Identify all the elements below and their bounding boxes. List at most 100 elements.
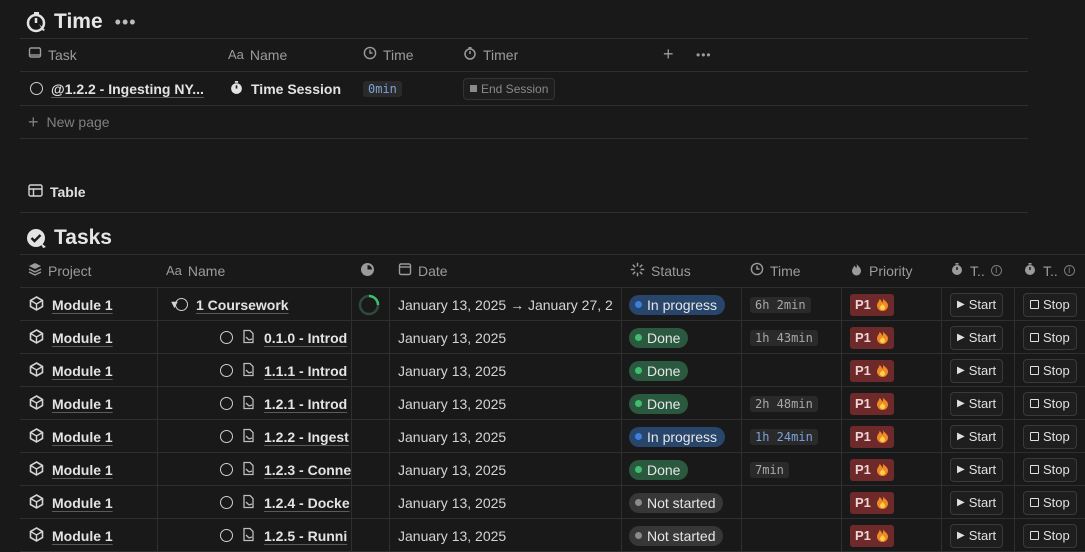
status-badge[interactable]: Done bbox=[629, 360, 689, 381]
column-date[interactable]: Date bbox=[398, 254, 448, 287]
priority-cell[interactable]: P1 bbox=[850, 288, 894, 321]
project-link[interactable]: Module 1 bbox=[52, 396, 113, 412]
date-cell[interactable]: January 13, 2025 → January 27, 2 bbox=[398, 288, 621, 321]
priority-badge[interactable]: P1 bbox=[850, 359, 894, 382]
project-link[interactable]: Module 1 bbox=[52, 330, 113, 346]
task-name-link[interactable]: 1.2.3 - Conne bbox=[264, 462, 351, 478]
stop-button[interactable]: Stop bbox=[1023, 325, 1077, 350]
name-cell[interactable]: 0.1.0 - Introd bbox=[220, 321, 351, 354]
priority-cell[interactable]: P1 bbox=[850, 519, 894, 552]
priority-cell[interactable]: P1 bbox=[850, 420, 894, 453]
status-badge[interactable]: In progress bbox=[629, 294, 726, 315]
name-cell[interactable]: 1 Coursework bbox=[175, 288, 351, 321]
project-cell[interactable]: Module 1 bbox=[29, 354, 113, 387]
table-row[interactable]: Module 1 ▼ 1 Coursework January 13, 2025… bbox=[20, 288, 1085, 321]
table-row[interactable]: Module 1 1.2.5 - Runni January 13, 2025 … bbox=[20, 519, 1085, 552]
project-cell[interactable]: Module 1 bbox=[29, 288, 113, 321]
task-name-link[interactable]: 1.2.4 - Docke bbox=[264, 495, 350, 511]
column-status[interactable]: Status bbox=[630, 254, 691, 287]
project-link[interactable]: Module 1 bbox=[52, 297, 113, 313]
task-name-link[interactable]: 1.1.1 - Introd bbox=[264, 363, 347, 379]
time-cell[interactable]: 7min bbox=[750, 453, 789, 486]
time-cell[interactable]: 1h 43min bbox=[750, 321, 818, 354]
column-priority[interactable]: Priority bbox=[850, 254, 913, 287]
column-progress[interactable] bbox=[360, 254, 375, 287]
start-button[interactable]: ▶ Start bbox=[950, 490, 1004, 515]
project-link[interactable]: Module 1 bbox=[52, 429, 113, 445]
status-cell[interactable]: In progress bbox=[629, 420, 726, 453]
task-name-link[interactable]: 1.2.5 - Runni bbox=[264, 528, 347, 544]
status-badge[interactable]: Done bbox=[629, 327, 689, 348]
stop-button[interactable]: Stop bbox=[1023, 523, 1077, 548]
status-cell[interactable]: Not started bbox=[629, 486, 724, 519]
status-cell[interactable]: Done bbox=[629, 354, 689, 387]
project-link[interactable]: Module 1 bbox=[52, 528, 113, 544]
start-button[interactable]: ▶ Start bbox=[950, 391, 1004, 416]
project-cell[interactable]: Module 1 bbox=[29, 453, 113, 486]
date-cell[interactable]: January 13, 2025 bbox=[398, 453, 621, 486]
status-badge[interactable]: Not started bbox=[629, 492, 724, 513]
start-button[interactable]: ▶ Start bbox=[950, 292, 1004, 317]
status-badge[interactable]: Done bbox=[629, 393, 689, 414]
time-row-task[interactable]: @1.2.2 - Ingesting NY... bbox=[51, 81, 204, 97]
table-row[interactable]: Module 1 0.1.0 - Introd January 13, 2025… bbox=[20, 321, 1085, 354]
table-row[interactable]: Module 1 1.1.1 - Introd January 13, 2025… bbox=[20, 354, 1085, 387]
name-cell[interactable]: 1.2.2 - Ingest bbox=[220, 420, 351, 453]
task-name-link[interactable]: 1 Coursework bbox=[196, 297, 289, 313]
more-options-icon[interactable]: ••• bbox=[696, 38, 712, 71]
column-time[interactable]: Time bbox=[363, 38, 414, 71]
stop-button[interactable]: Stop bbox=[1023, 358, 1077, 383]
table-row[interactable]: Module 1 1.2.3 - Conne January 13, 2025 … bbox=[20, 453, 1085, 486]
name-cell[interactable]: 1.2.1 - Introd bbox=[220, 387, 351, 420]
date-cell[interactable]: January 13, 2025 bbox=[398, 387, 621, 420]
project-cell[interactable]: Module 1 bbox=[29, 486, 113, 519]
status-badge[interactable]: Not started bbox=[629, 525, 724, 546]
priority-badge[interactable]: P1 bbox=[850, 458, 894, 481]
priority-cell[interactable]: P1 bbox=[850, 354, 894, 387]
name-cell[interactable]: 1.2.5 - Runni bbox=[220, 519, 351, 552]
status-cell[interactable]: Not started bbox=[629, 519, 724, 552]
stop-button[interactable]: Stop bbox=[1023, 391, 1077, 416]
time-row-name[interactable]: Time Session bbox=[251, 81, 341, 97]
priority-badge[interactable]: P1 bbox=[850, 491, 894, 514]
priority-badge[interactable]: P1 bbox=[850, 326, 894, 349]
info-icon[interactable]: i bbox=[990, 265, 1002, 276]
column-name[interactable]: Aa Name bbox=[166, 254, 225, 287]
column-time[interactable]: Time bbox=[750, 254, 801, 287]
priority-cell[interactable]: P1 bbox=[850, 387, 894, 420]
project-link[interactable]: Module 1 bbox=[52, 363, 113, 379]
name-cell[interactable]: 1.2.3 - Conne bbox=[220, 453, 351, 486]
info-icon[interactable]: i bbox=[1063, 265, 1075, 276]
column-task[interactable]: Task bbox=[28, 38, 77, 71]
priority-cell[interactable]: P1 bbox=[850, 453, 894, 486]
more-options-icon[interactable]: ••• bbox=[115, 12, 137, 33]
stop-button[interactable]: Stop bbox=[1023, 292, 1077, 317]
task-name-link[interactable]: 1.2.1 - Introd bbox=[264, 396, 347, 412]
table-row[interactable]: Module 1 1.2.1 - Introd January 13, 2025… bbox=[20, 387, 1085, 420]
status-cell[interactable]: Done bbox=[629, 321, 689, 354]
priority-cell[interactable]: P1 bbox=[850, 486, 894, 519]
date-cell[interactable]: January 13, 2025 bbox=[398, 420, 621, 453]
time-cell[interactable]: 6h 2min bbox=[750, 288, 811, 321]
date-cell[interactable]: January 13, 2025 bbox=[398, 519, 621, 552]
start-button[interactable]: ▶ Start bbox=[950, 523, 1004, 548]
column-project[interactable]: Project bbox=[28, 254, 92, 287]
start-button[interactable]: ▶ Start bbox=[950, 358, 1004, 383]
project-link[interactable]: Module 1 bbox=[52, 462, 113, 478]
table-row[interactable]: Module 1 1.2.2 - Ingest January 13, 2025… bbox=[20, 420, 1085, 453]
task-name-link[interactable]: 0.1.0 - Introd bbox=[264, 330, 347, 346]
priority-cell[interactable]: P1 bbox=[850, 321, 894, 354]
priority-badge[interactable]: P1 bbox=[850, 392, 894, 415]
end-session-button[interactable]: End Session bbox=[463, 77, 556, 100]
project-cell[interactable]: Module 1 bbox=[29, 420, 113, 453]
priority-badge[interactable]: P1 bbox=[850, 293, 894, 316]
status-badge[interactable]: In progress bbox=[629, 426, 726, 447]
priority-badge[interactable]: P1 bbox=[850, 524, 894, 547]
column-name[interactable]: Aa Name bbox=[228, 38, 287, 71]
project-cell[interactable]: Module 1 bbox=[29, 519, 113, 552]
new-page-button[interactable]: + New page bbox=[28, 110, 110, 134]
date-cell[interactable]: January 13, 2025 bbox=[398, 354, 621, 387]
stop-button[interactable]: Stop bbox=[1023, 424, 1077, 449]
table-row[interactable]: Module 1 1.2.4 - Docke January 13, 2025 … bbox=[20, 486, 1085, 519]
project-cell[interactable]: Module 1 bbox=[29, 387, 113, 420]
